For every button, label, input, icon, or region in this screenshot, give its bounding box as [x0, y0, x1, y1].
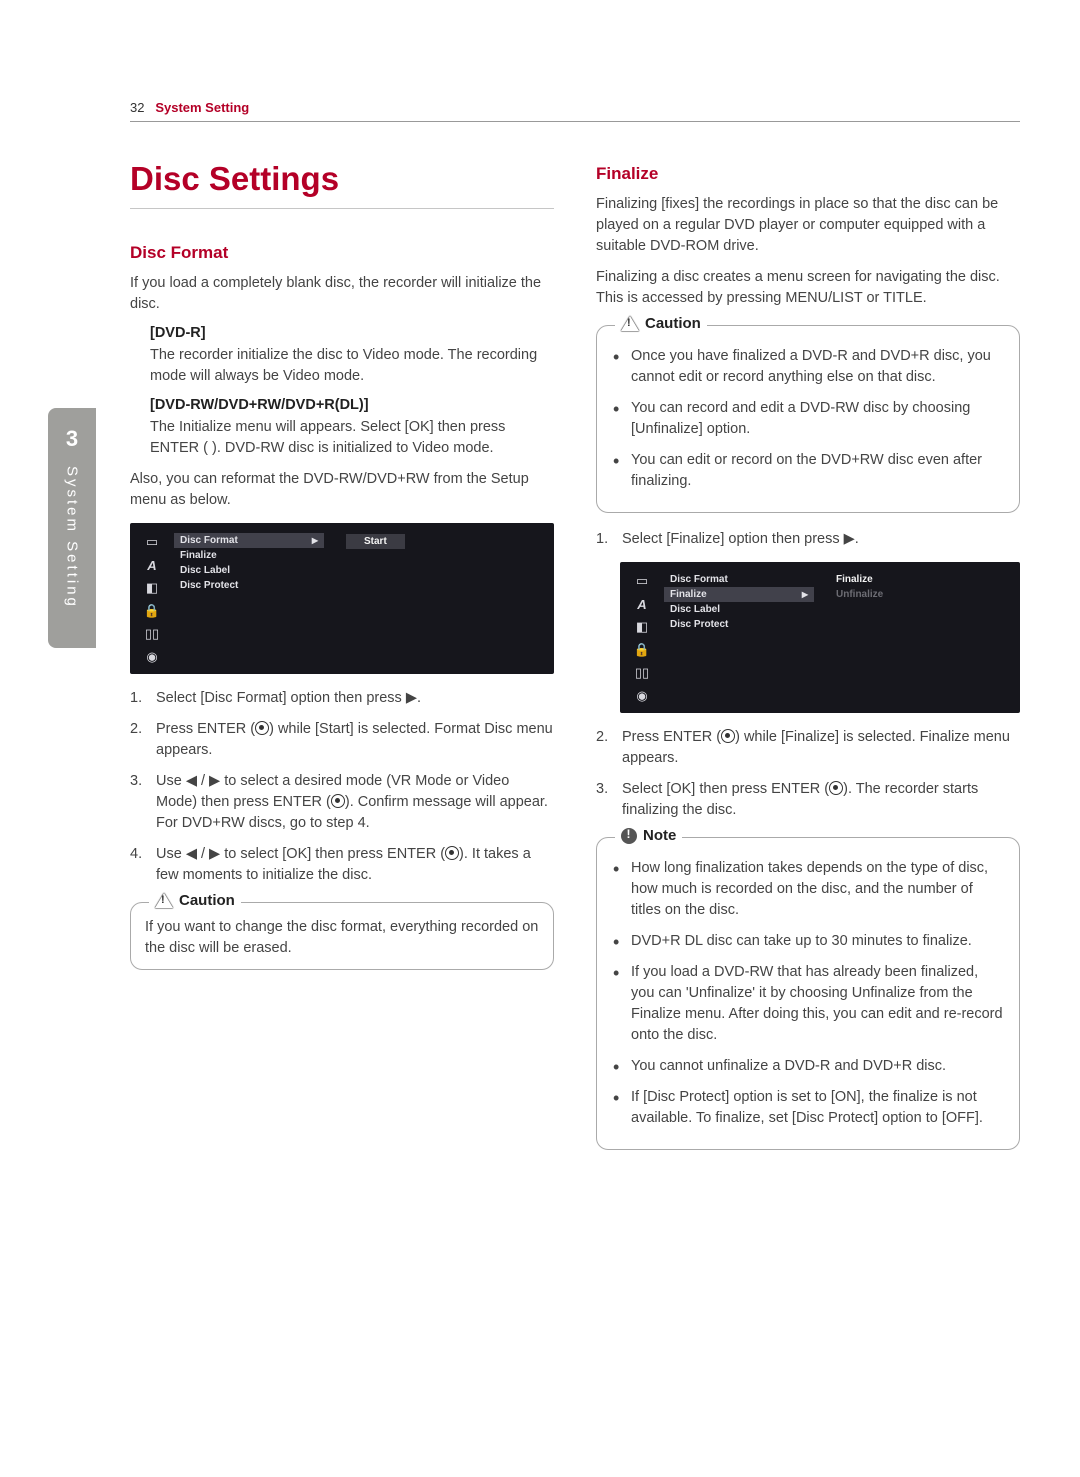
caution-callout-finalize: Caution Once you have finalized a DVD-R …	[596, 325, 1020, 513]
chapter-number: 3	[66, 426, 78, 452]
finalize-step-2: Press ENTER () while [Finalize] is selec…	[596, 727, 1020, 769]
dvd-r-head: [DVD-R]	[150, 325, 554, 341]
note-callout-finalize: Note How long finalization takes depends…	[596, 837, 1020, 1150]
chevron-right-icon: ▶	[802, 590, 808, 599]
step-4: Use ◀ / ▶ to select [OK] then press ENTE…	[130, 844, 554, 886]
enter-icon	[445, 846, 459, 860]
caution-body: If you want to change the disc format, e…	[145, 917, 539, 959]
finalize-step-3: Select [OK] then press ENTER (). The rec…	[596, 779, 1020, 821]
disc-icon: ◉	[143, 650, 161, 664]
caution-label: Caution	[615, 315, 707, 332]
start-button-label: Start	[346, 534, 405, 549]
note-icon	[621, 828, 637, 844]
dvd-r-body: The recorder initialize the disc to Vide…	[150, 345, 554, 387]
option-finalize: Finalize	[836, 572, 1020, 587]
lock-icon: 🔒	[633, 643, 651, 657]
language-icon: A	[633, 597, 651, 611]
menu-item-disc-protect: Disc Protect	[174, 578, 324, 593]
audio-icon: ◧	[143, 581, 161, 595]
dvd-rw-body: The Initialize menu will appears. Select…	[150, 417, 554, 459]
page-number: 32	[130, 100, 144, 115]
finalize-steps: Select [Finalize] option then press ▶.	[596, 529, 1020, 550]
menu-item-disc-protect: Disc Protect	[664, 617, 814, 632]
caution-item: Once you have finalized a DVD-R and DVD+…	[611, 346, 1005, 388]
menu-item-disc-format: Disc Format▶	[174, 533, 324, 548]
disc-format-intro: If you load a completely blank disc, the…	[130, 273, 554, 315]
heading-disc-format: Disc Format	[130, 243, 554, 263]
finalize-p1: Finalizing [fixes] the recordings in pla…	[596, 194, 1020, 257]
menu-right-pane: Start	[324, 531, 554, 664]
page-header: 32 System Setting	[130, 100, 1020, 122]
heading-finalize: Finalize	[596, 164, 1020, 184]
recording-icon: ▯▯	[633, 666, 651, 680]
menu-screenshot-finalize: ▭ A ◧ 🔒 ▯▯ ◉ Disc Format Finalize▶ Disc …	[620, 562, 1020, 713]
caution-icon	[155, 893, 173, 908]
caution-item: You can record and edit a DVD-RW disc by…	[611, 398, 1005, 440]
note-item: How long finalization takes depends on t…	[611, 858, 1005, 921]
enter-icon	[331, 794, 345, 808]
step-3: Use ◀ / ▶ to select a desired mode (VR M…	[130, 771, 554, 834]
lock-icon: 🔒	[143, 604, 161, 618]
also-reformat: Also, you can reformat the DVD-RW/DVD+RW…	[130, 469, 554, 511]
menu-item-disc-format: Disc Format	[664, 572, 814, 587]
section-title: System Setting	[155, 100, 249, 115]
menu-right-pane: Finalize Unfinalize	[814, 570, 1020, 703]
menu-screenshot-disc-format: ▭ A ◧ 🔒 ▯▯ ◉ Disc Format▶ Finalize Disc …	[130, 523, 554, 674]
option-unfinalize: Unfinalize	[836, 587, 1020, 602]
enter-icon	[829, 781, 843, 795]
menu-icon-column: ▭ A ◧ 🔒 ▯▯ ◉	[620, 570, 664, 703]
note-item: If [Disc Protect] option is set to [ON],…	[611, 1087, 1005, 1129]
chapter-label: System Setting	[64, 466, 81, 609]
chapter-side-tab: 3 System Setting	[48, 408, 96, 648]
menu-list: Disc Format Finalize▶ Disc Label Disc Pr…	[664, 570, 814, 703]
note-label: Note	[615, 827, 682, 844]
enter-icon	[255, 721, 269, 735]
language-icon: A	[143, 558, 161, 572]
note-item: If you load a DVD-RW that has already be…	[611, 962, 1005, 1046]
disc-format-steps: Select [Disc Format] option then press ▶…	[130, 688, 554, 886]
finalize-step-1: Select [Finalize] option then press ▶.	[596, 529, 1020, 550]
dvd-rw-head: [DVD-RW/DVD+RW/DVD+R(DL)]	[150, 397, 554, 413]
menu-item-disc-label: Disc Label	[664, 602, 814, 617]
step-1: Select [Disc Format] option then press ▶…	[130, 688, 554, 709]
menu-item-finalize: Finalize	[174, 548, 324, 563]
caution-item: You can edit or record on the DVD+RW dis…	[611, 450, 1005, 492]
note-list: How long finalization takes depends on t…	[611, 858, 1005, 1129]
caution-icon	[621, 316, 639, 331]
caution-label: Caution	[149, 892, 241, 909]
display-icon: ▭	[143, 535, 161, 549]
menu-icon-column: ▭ A ◧ 🔒 ▯▯ ◉	[130, 531, 174, 664]
note-item: You cannot unfinalize a DVD-R and DVD+R …	[611, 1056, 1005, 1077]
step-2: Press ENTER () while [Start] is selected…	[130, 719, 554, 761]
page-title: Disc Settings	[130, 160, 554, 209]
chevron-right-icon: ▶	[312, 536, 318, 545]
menu-item-disc-label: Disc Label	[174, 563, 324, 578]
recording-icon: ▯▯	[143, 627, 161, 641]
finalize-p2: Finalizing a disc creates a menu screen …	[596, 267, 1020, 309]
note-item: DVD+R DL disc can take up to 30 minutes …	[611, 931, 1005, 952]
caution-callout-format: Caution If you want to change the disc f…	[130, 902, 554, 970]
menu-list: Disc Format▶ Finalize Disc Label Disc Pr…	[174, 531, 324, 664]
audio-icon: ◧	[633, 620, 651, 634]
finalize-steps-cont: Press ENTER () while [Finalize] is selec…	[596, 727, 1020, 821]
enter-icon	[721, 729, 735, 743]
display-icon: ▭	[633, 574, 651, 588]
caution-list: Once you have finalized a DVD-R and DVD+…	[611, 346, 1005, 492]
menu-item-finalize: Finalize▶	[664, 587, 814, 602]
disc-icon: ◉	[633, 689, 651, 703]
